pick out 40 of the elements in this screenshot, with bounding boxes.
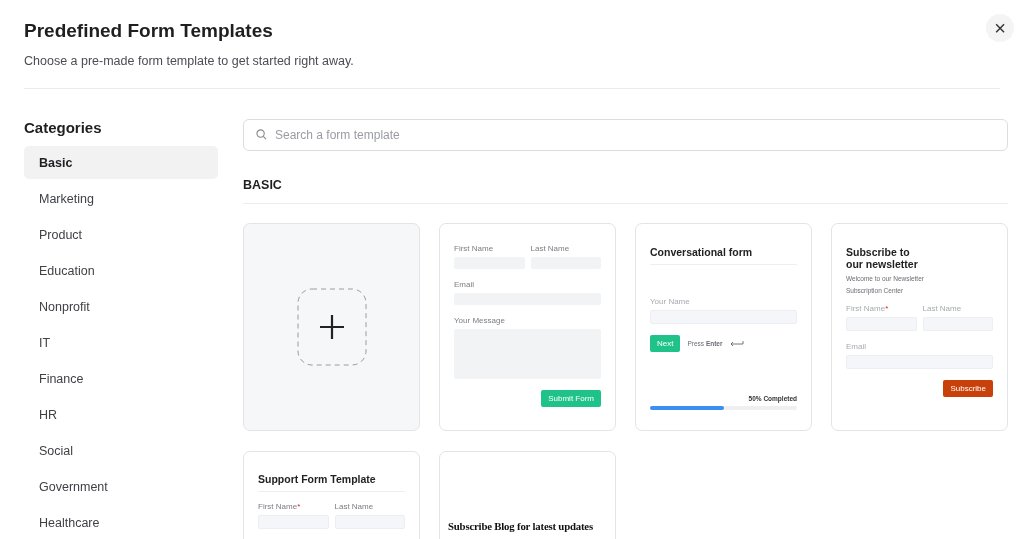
form-title: Conversational form [650,246,797,265]
category-item[interactable]: Education [24,254,218,287]
category-item[interactable]: Product [24,218,218,251]
submit-button: Submit Form [541,390,601,407]
template-card[interactable]: Support Form Template First Name* Last Name [243,451,420,539]
subscribe-button: Subscribe [943,380,993,397]
field-label: Your Name [650,297,691,306]
category-item[interactable]: Government [24,470,218,503]
form-title: Subscribe Blog for latest updates [448,520,594,532]
dialog-subtitle: Choose a pre-made form template to get started right away. [24,54,354,68]
return-icon [729,340,744,347]
form-title: Support Form Template [258,473,405,492]
field-label: Your Message [454,316,506,325]
field-label: Last Name [530,244,571,253]
template-card[interactable]: Subscribe Blog for latest updates [439,451,616,539]
template-card[interactable]: First Name Last Name Email Your Message Submit Form [439,223,616,431]
dialog-title: Predefined Form Templates [24,20,274,42]
close-button[interactable]: × [986,14,1014,42]
field-label: Last Name [922,304,963,313]
blank-template-card[interactable] [243,223,420,431]
section-title: BASIC [243,178,1008,204]
field-label: First Name* [846,304,890,313]
form-title: Subscribe to our newsletter [846,246,919,270]
categories-heading: Categories [24,119,103,136]
category-item[interactable]: IT [24,326,218,359]
category-item[interactable]: Basic [24,146,218,179]
category-item[interactable]: Social [24,434,218,467]
field-label: First Name [454,244,495,253]
category-item[interactable]: Healthcare [24,506,218,539]
search-field[interactable]: Search a form template [243,119,1008,151]
next-button: Next [650,335,681,352]
field-label: Last Name [334,502,375,511]
category-item[interactable]: Nonprofit [24,290,218,323]
add-icon [296,288,367,366]
field-label: Email [454,280,475,289]
field-label: Email [846,342,867,351]
category-item[interactable]: Marketing [24,182,218,215]
category-item[interactable]: Finance [24,362,218,395]
category-item[interactable]: HR [24,398,218,431]
field-label: First Name* [258,502,302,511]
